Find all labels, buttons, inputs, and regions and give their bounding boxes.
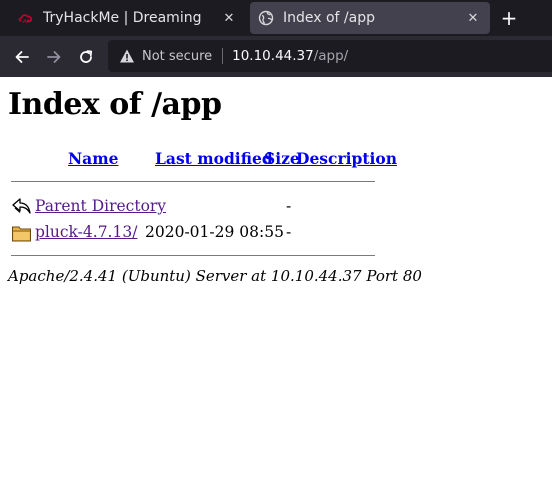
arrow-right-icon [47, 51, 61, 63]
back-arrow-icon [12, 198, 31, 214]
header-divider [11, 181, 375, 182]
url-separator [222, 48, 224, 64]
back-button[interactable] [9, 44, 35, 70]
footer-divider [11, 255, 375, 256]
tab-tryhackme[interactable]: TryHackMe | Dreaming ✕ [10, 2, 246, 34]
size-cell: - [286, 197, 292, 215]
url-path: /app/ [313, 48, 349, 64]
page-title: Index of /app [8, 87, 222, 122]
sort-by-last-modified-link[interactable]: Last modified [155, 149, 273, 168]
tab-index-of-app[interactable]: Index of /app ✕ [250, 2, 490, 34]
server-signature: Apache/2.4.41 (Ubuntu) Server at 10.10.4… [8, 267, 422, 285]
navigation-toolbar: Not secure 10.10.44.37/app/ [0, 36, 552, 77]
warning-icon[interactable] [119, 48, 135, 64]
globe-icon [258, 10, 274, 26]
folder-icon [12, 226, 31, 242]
pluck-folder-link[interactable]: pluck-4.7.13/ [35, 223, 137, 241]
size-cell: - [286, 223, 292, 241]
sort-by-description-link[interactable]: Description [296, 149, 397, 168]
tab-strip: TryHackMe | Dreaming ✕ Index of /app ✕ + [0, 0, 552, 36]
new-tab-button[interactable]: + [496, 6, 522, 30]
not-secure-label[interactable]: Not secure [142, 49, 212, 64]
reload-icon [80, 50, 93, 63]
sort-by-size-link[interactable]: Size [264, 149, 300, 168]
forward-button[interactable] [41, 44, 67, 70]
url-host: 10.10.44.37 [232, 48, 314, 64]
tryhackme-icon [18, 14, 33, 23]
page-content: Index of /app Name Last modified Size De… [0, 77, 552, 477]
reload-button[interactable] [73, 44, 99, 70]
last-modified-cell: 2020-01-29 08:55 [145, 223, 284, 241]
close-tab-icon[interactable]: ✕ [464, 9, 482, 27]
close-tab-icon[interactable]: ✕ [220, 9, 238, 27]
address-bar[interactable]: Not secure 10.10.44.37/app/ [108, 40, 552, 72]
parent-directory-link[interactable]: Parent Directory [35, 197, 166, 215]
tab-title: Index of /app [283, 10, 376, 26]
tab-title: TryHackMe | Dreaming [43, 10, 202, 26]
sort-by-name-link[interactable]: Name [68, 149, 118, 168]
arrow-left-icon [15, 51, 29, 63]
